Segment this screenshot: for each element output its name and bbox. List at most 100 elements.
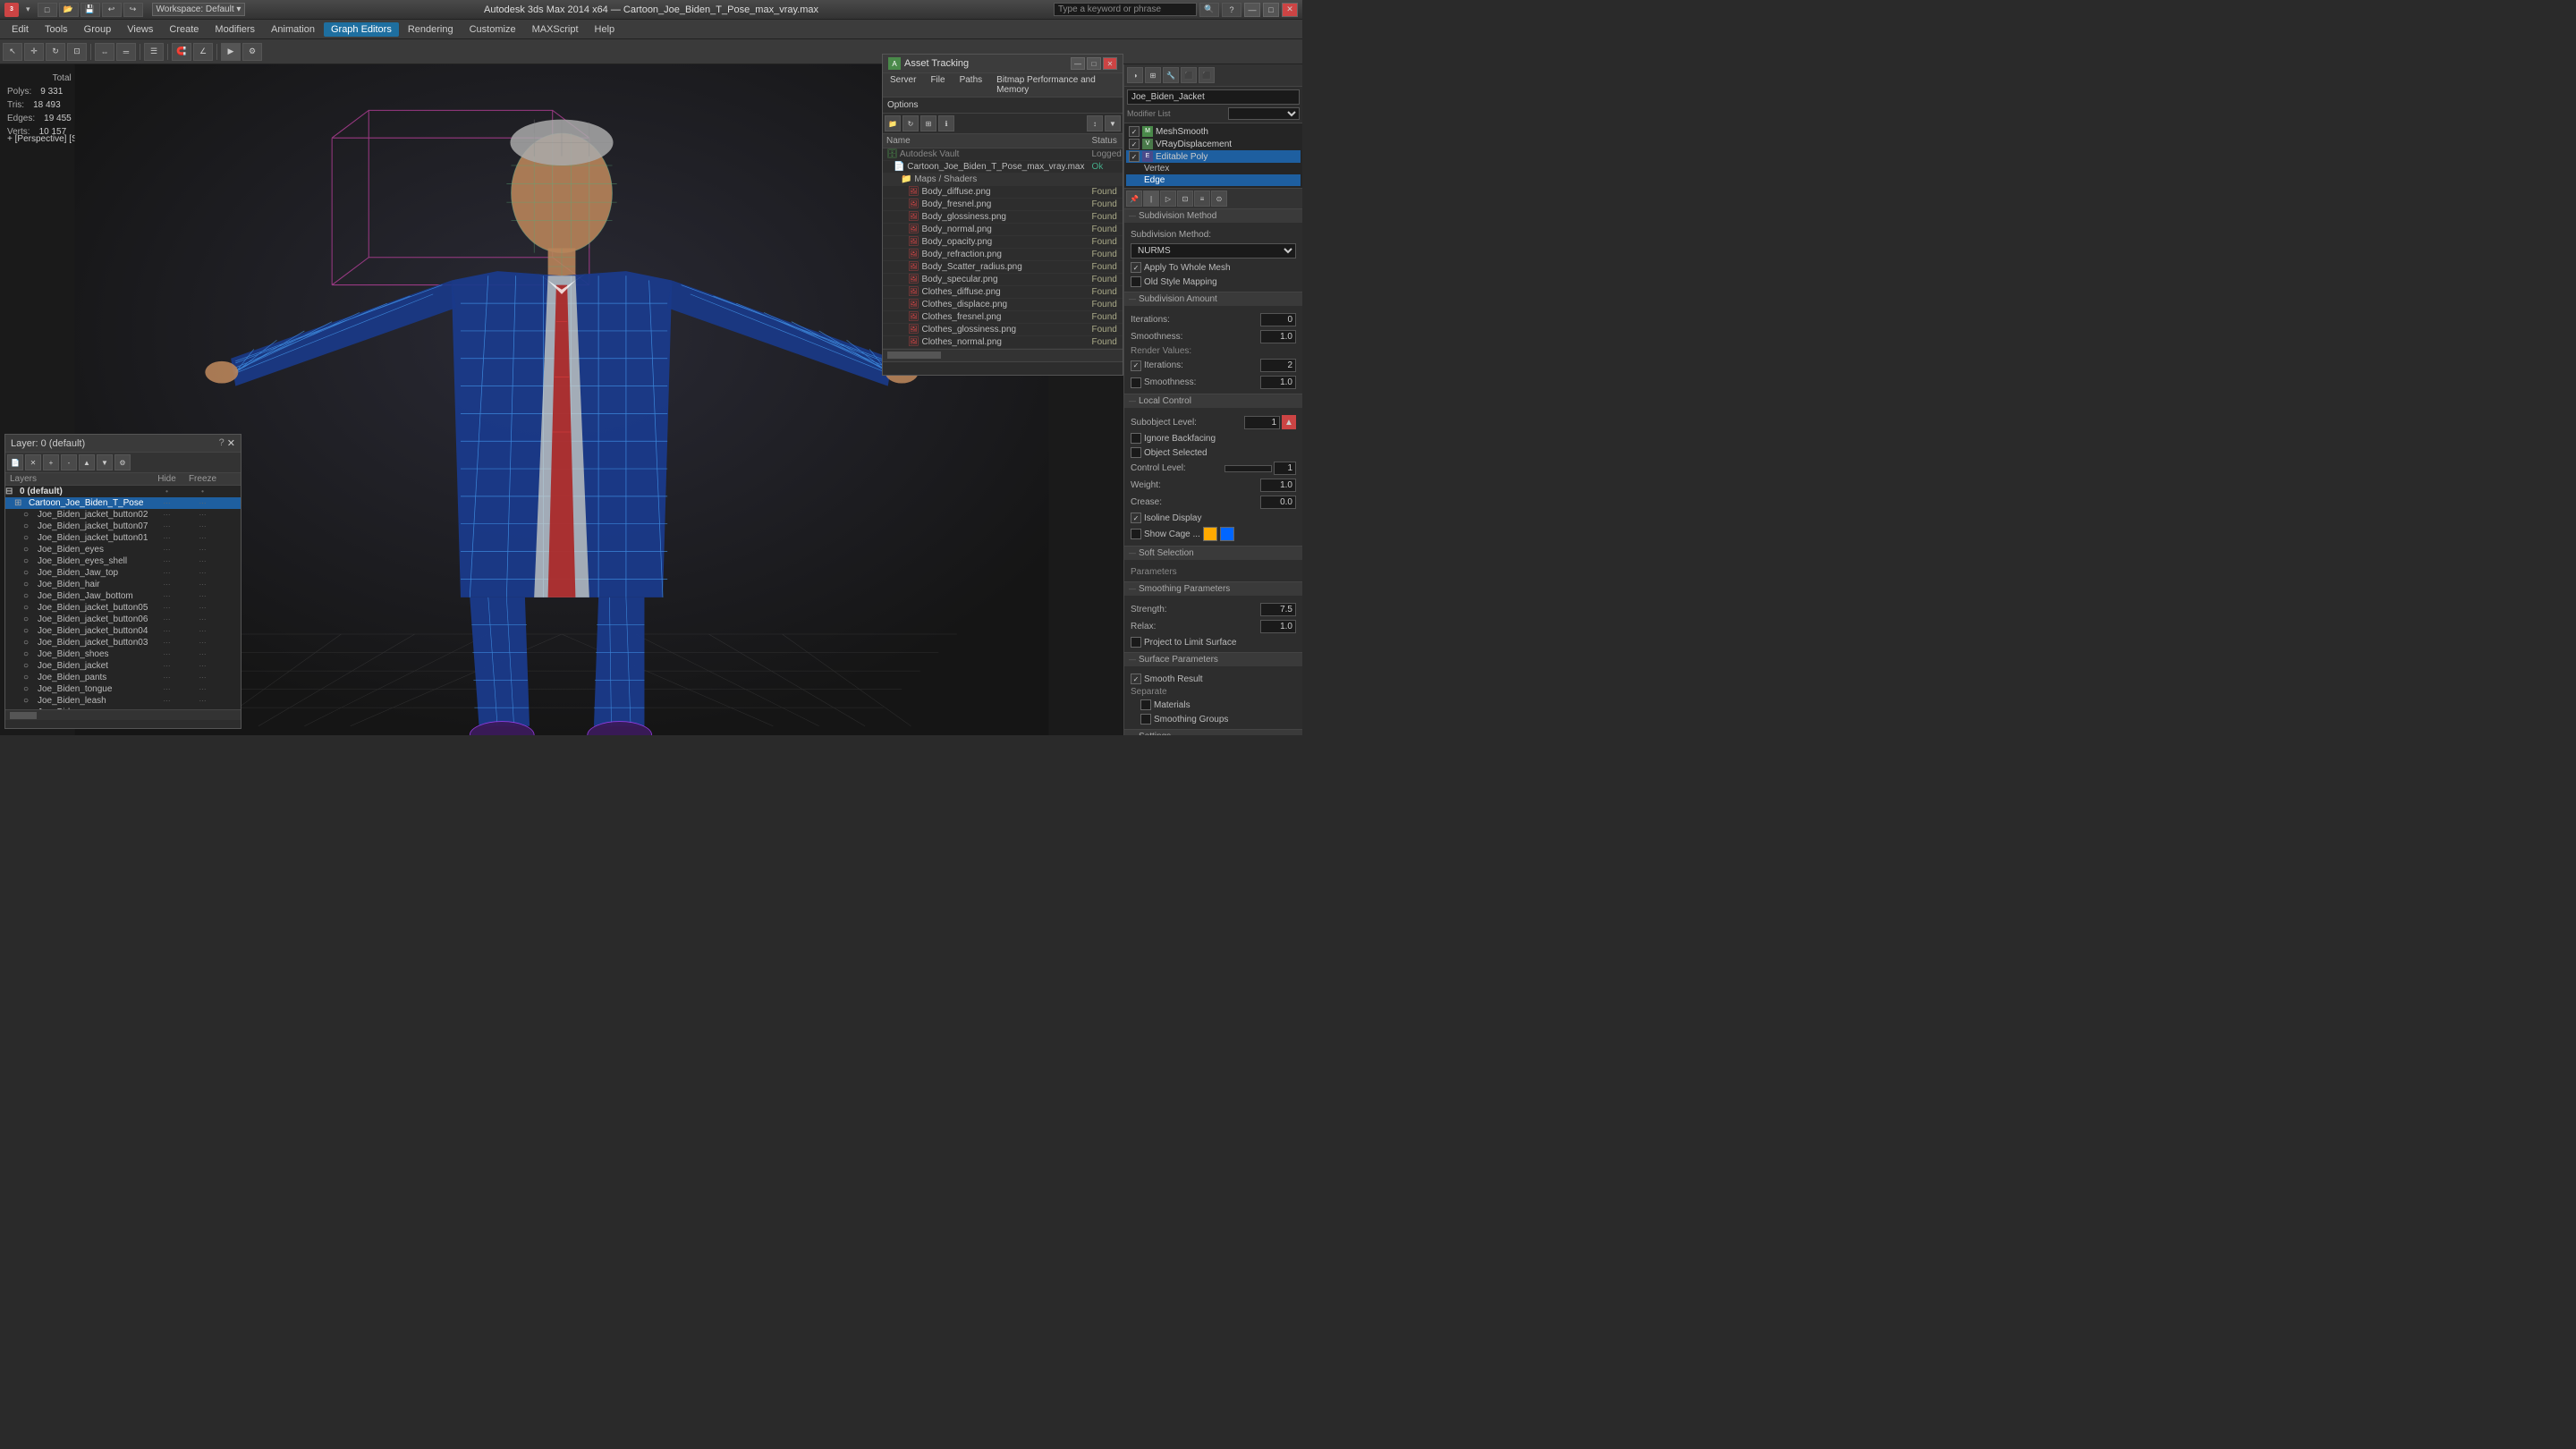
render-smoothness-input[interactable] [1260, 376, 1296, 389]
layer-item[interactable]: ⊞ Cartoon_Joe_Biden_T_Pose ··· ··· [5, 497, 241, 509]
at-options[interactable]: Options [883, 97, 1123, 114]
render-setup-btn[interactable]: ⚙ [242, 43, 262, 61]
isoline-display-checkbox[interactable] [1131, 513, 1141, 523]
at-info-btn[interactable]: ℹ [938, 115, 954, 131]
sub-item-vertex[interactable]: Vertex [1126, 163, 1301, 174]
at-row[interactable]: 🖼 Body_Scatter_radius.png Found [883, 261, 1123, 274]
layer-item[interactable]: ⊟ 0 (default) • • [5, 486, 241, 497]
project-limit-checkbox[interactable] [1131, 637, 1141, 648]
at-row[interactable]: 🖼 Body_refraction.png Found [883, 249, 1123, 261]
modifier-editpoly-checkbox[interactable] [1129, 151, 1140, 162]
layer-item[interactable]: ○ Joe_Biden_jacket_button02 ··· ··· [5, 509, 241, 521]
render-iterations-input[interactable] [1260, 359, 1296, 372]
layer-manager-btn[interactable]: ☰ [144, 43, 164, 61]
open-btn[interactable]: 📂 [59, 3, 79, 17]
sub-item-edge[interactable]: Edge [1126, 174, 1301, 186]
rp-toolbar-pin[interactable]: 📌 [1126, 191, 1142, 207]
menu-create[interactable]: Create [162, 22, 206, 37]
modifier-meshsmooth[interactable]: M MeshSmooth [1126, 125, 1301, 138]
at-row[interactable]: 🖼 Body_normal.png Found [883, 224, 1123, 236]
layer-up-btn[interactable]: ▲ [79, 454, 95, 470]
layer-options-btn[interactable]: ⚙ [114, 454, 131, 470]
workspace-selector[interactable]: Workspace: Default ▾ [152, 3, 246, 16]
at-row[interactable]: 🗄 Autodesk Vault Logged O [883, 148, 1123, 161]
control-level-slider[interactable] [1224, 465, 1272, 472]
relax-input[interactable] [1260, 620, 1296, 633]
layer-item[interactable]: ○ Joe_Biden_shoes ··· ··· [5, 648, 241, 660]
smoothness-input[interactable] [1260, 330, 1296, 343]
at-body[interactable]: Name Status 🗄 Autodesk Vault Logged O 📄 … [883, 134, 1123, 349]
subobject-level-input[interactable] [1244, 416, 1280, 429]
rp-toolbar-tab2[interactable]: ▷ [1160, 191, 1176, 207]
rp-icon4[interactable]: ⬛ [1181, 67, 1197, 83]
menu-tools[interactable]: Tools [38, 22, 75, 37]
at-row[interactable]: 🖼 Body_glossiness.png Found [883, 211, 1123, 224]
maximize-btn[interactable]: □ [1263, 3, 1279, 17]
control-level-input[interactable] [1274, 462, 1296, 475]
render-smooth-checkbox[interactable] [1131, 377, 1141, 388]
layer-item[interactable]: ○ Joe_Biden_jacket_button03 ··· ··· [5, 637, 241, 648]
layer-item[interactable]: ○ Joe_Biden_eyes ··· ··· [5, 544, 241, 555]
layer-panel-help[interactable]: ? [219, 437, 225, 449]
at-maximize-btn[interactable]: □ [1087, 57, 1101, 70]
soft-selection-params[interactable]: Parameters [1127, 565, 1300, 579]
layer-item[interactable]: ○ Joe_Biden_jacket ··· ··· [5, 660, 241, 672]
scrollbar-thumb[interactable] [10, 712, 37, 719]
layer-list[interactable]: ⊟ 0 (default) • • ⊞ Cartoon_Joe_Biden_T_… [5, 486, 241, 709]
at-row[interactable]: 🖼 Clothes_normal.png Found [883, 336, 1123, 349]
at-row[interactable]: 🖼 Clothes_glossiness.png Found [883, 324, 1123, 336]
at-scrollbar-h[interactable] [883, 349, 1123, 361]
angle-snap[interactable]: ∠ [193, 43, 213, 61]
at-refresh-btn[interactable]: ↻ [902, 115, 919, 131]
select-btn[interactable]: ↖ [3, 43, 22, 61]
menu-rendering[interactable]: Rendering [401, 22, 461, 37]
modifier-editpoly[interactable]: E Editable Poly [1126, 150, 1301, 163]
at-filter-btn[interactable]: ▼ [1105, 115, 1121, 131]
layer-item[interactable]: ○ Joe_Biden_jacket_button04 ··· ··· [5, 625, 241, 637]
layer-item[interactable]: ○ Joe_Biden_eyes_shell ··· ··· [5, 555, 241, 567]
layer-item[interactable]: ○ Joe_Biden_jacket_button07 ··· ··· [5, 521, 241, 532]
layer-item[interactable]: ○ Joe_Biden_pants ··· ··· [5, 672, 241, 683]
at-row[interactable]: 🖼 Clothes_diffuse.png Found [883, 286, 1123, 299]
render-btn[interactable]: ▶ [221, 43, 241, 61]
rp-toolbar-tab4[interactable]: ≡ [1194, 191, 1210, 207]
menu-animation[interactable]: Animation [264, 22, 322, 37]
at-row[interactable]: 📄 Cartoon_Joe_Biden_T_Pose_max_vray.max … [883, 161, 1123, 174]
show-cage-color1[interactable] [1203, 527, 1217, 541]
at-hscroll-thumb[interactable] [887, 352, 941, 359]
layer-item[interactable]: ○ Joe_Biden_leash ··· ··· [5, 695, 241, 707]
align-btn[interactable]: ═ [116, 43, 136, 61]
at-menu-bitmap[interactable]: Bitmap Performance and Memory [989, 73, 1123, 97]
object-name-input[interactable] [1127, 89, 1300, 105]
modifier-vray-checkbox[interactable] [1129, 139, 1140, 149]
snap-toggle[interactable]: 🧲 [172, 43, 191, 61]
menu-maxscript[interactable]: MAXScript [525, 22, 586, 37]
layer-panel-close[interactable]: ✕ [227, 437, 235, 449]
smooth-result-checkbox[interactable] [1131, 674, 1141, 684]
menu-modifiers[interactable]: Modifiers [208, 22, 262, 37]
mirror-btn[interactable]: ⇔ [95, 43, 114, 61]
modifier-vray[interactable]: V VRayDisplacement [1126, 138, 1301, 150]
show-cage-checkbox[interactable] [1131, 529, 1141, 539]
at-folder-btn[interactable]: 📁 [885, 115, 901, 131]
at-close-btn[interactable]: ✕ [1103, 57, 1117, 70]
layer-panel-scrollbar[interactable] [5, 709, 241, 720]
strength-input[interactable] [1260, 603, 1296, 616]
at-menu-paths[interactable]: Paths [953, 73, 990, 97]
layer-delete-btn[interactable]: ✕ [25, 454, 41, 470]
search-box[interactable]: Type a keyword or phrase [1054, 3, 1197, 16]
subdivision-method-select[interactable]: NURMS [1131, 243, 1296, 258]
old-style-mapping-checkbox[interactable] [1131, 276, 1141, 287]
crease-input[interactable] [1260, 496, 1296, 509]
at-menu-file[interactable]: File [923, 73, 952, 97]
redo-btn[interactable]: ↪ [123, 3, 143, 17]
layer-item[interactable]: ○ Joe_Biden_Jaw_top ··· ··· [5, 567, 241, 579]
at-row[interactable]: 🖼 Body_diffuse.png Found [883, 186, 1123, 199]
at-grid-btn[interactable]: ⊞ [920, 115, 936, 131]
object-selected-checkbox[interactable] [1131, 447, 1141, 458]
at-row[interactable]: 🖼 Body_opacity.png Found [883, 236, 1123, 249]
rp-toolbar-tab3[interactable]: ⊡ [1177, 191, 1193, 207]
at-menu-server[interactable]: Server [883, 73, 923, 97]
at-sort-btn[interactable]: ↕ [1087, 115, 1103, 131]
menu-help[interactable]: Help [588, 22, 623, 37]
